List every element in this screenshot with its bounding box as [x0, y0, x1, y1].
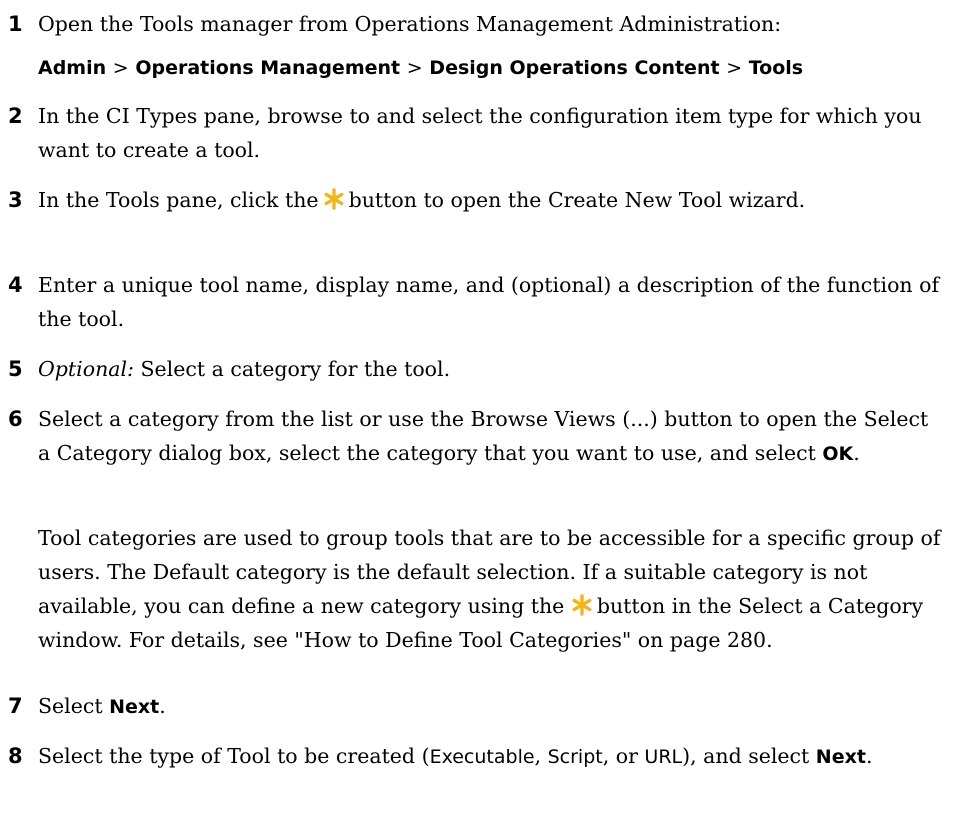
- tool-type-script: Script: [547, 746, 603, 768]
- path-separator: >: [406, 57, 423, 79]
- document-page: 1 Open the Tools manager from Operations…: [0, 0, 953, 830]
- step-text: Open the Tools manager from Operations M…: [38, 12, 782, 36]
- step-text-part: In the Tools pane, click the: [38, 188, 319, 212]
- next-term: Next: [815, 746, 866, 768]
- tool-type-executable: Executable: [429, 746, 535, 768]
- step-number: 6: [8, 407, 23, 431]
- step-text: In the CI Types pane, browse to and sele…: [38, 104, 922, 162]
- step-number: 3: [8, 188, 23, 212]
- step-number: 8: [8, 744, 23, 768]
- step-text: Select a category from the list or use t…: [38, 402, 943, 471]
- step-text-part: .: [865, 744, 873, 768]
- new-item-star-icon: [324, 188, 344, 210]
- step-text: Enter a unique tool name, display name, …: [38, 273, 940, 331]
- step-text-part: button to open the Create New Tool wizar…: [348, 188, 806, 212]
- step-number: 4: [8, 273, 23, 297]
- step-number: 2: [8, 104, 23, 128]
- step-text-part: , or: [602, 744, 645, 768]
- step-text-part: ,: [534, 744, 548, 768]
- step-text-part: Select a category for the tool.: [140, 357, 451, 381]
- menu-path: Admin > Operations Management > Design O…: [38, 51, 803, 85]
- step-text-part: .: [159, 694, 166, 718]
- tool-type-url: URL: [644, 746, 683, 768]
- path-item: Design Operations Content: [429, 57, 720, 79]
- new-item-star-icon: [572, 594, 592, 616]
- ok-term: OK: [822, 443, 854, 465]
- step-text-part: Select a category from the list or use t…: [38, 407, 929, 465]
- step-number: 5: [8, 357, 23, 381]
- step-text-part: .: [853, 441, 860, 465]
- step-number: 1: [8, 12, 23, 36]
- path-item: Operations Management: [135, 57, 401, 79]
- path-item: Tools: [748, 57, 804, 79]
- optional-label: Optional:: [38, 357, 134, 381]
- next-term: Next: [109, 696, 160, 718]
- step-text-part: ), and select: [682, 744, 810, 768]
- step-text-part: Select: [38, 694, 103, 718]
- path-item: Admin: [38, 57, 107, 79]
- step-text: Select the type of Tool to be created (E…: [38, 739, 943, 774]
- step-text: Select Next.: [38, 689, 943, 724]
- path-separator: >: [726, 57, 743, 79]
- step-text-part: Select the type of Tool to be created (: [38, 744, 430, 768]
- step-number: 7: [8, 694, 23, 718]
- path-separator: >: [112, 57, 129, 79]
- step-text: Optional: Select a category for the tool…: [38, 352, 943, 386]
- step-text: In the Tools pane, click the button to op…: [38, 183, 943, 217]
- step-note: Tool categories are used to group tools …: [38, 521, 943, 657]
